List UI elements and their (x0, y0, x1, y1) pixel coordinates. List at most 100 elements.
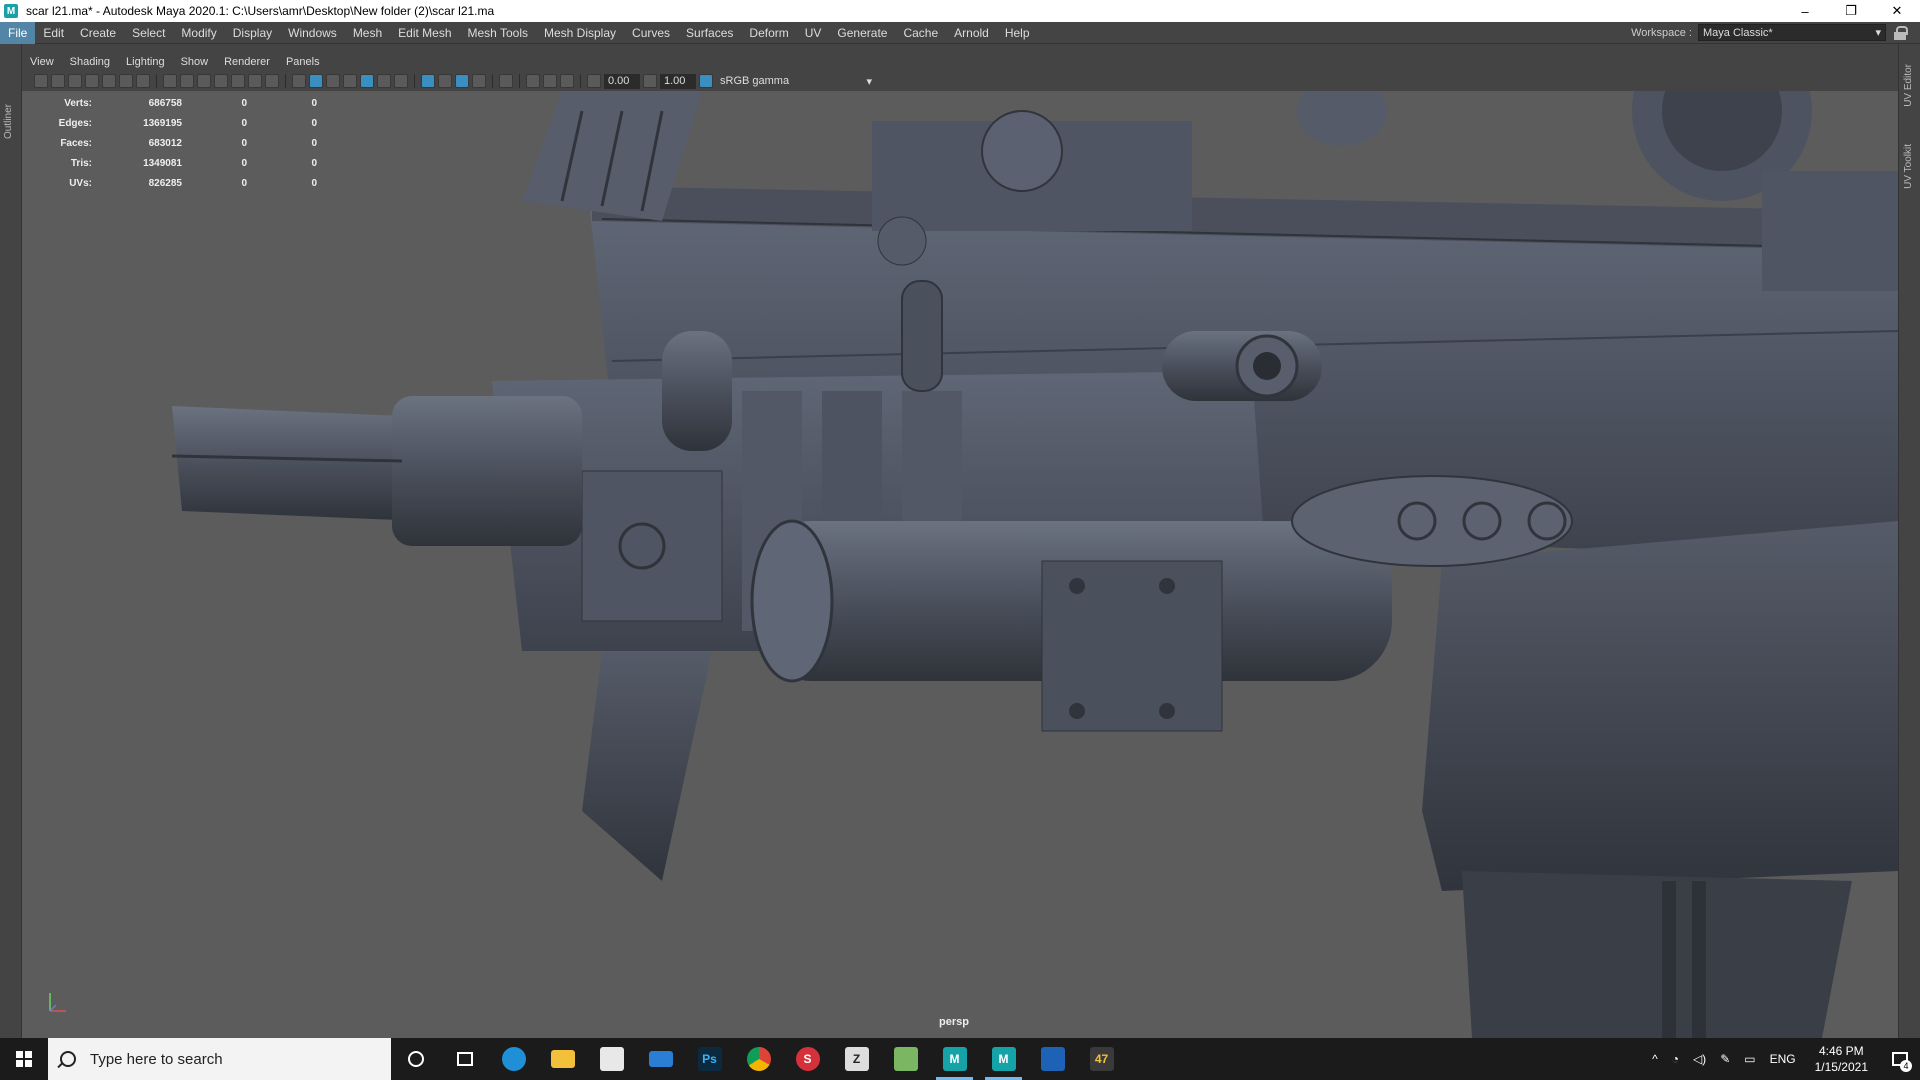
xray-icon[interactable] (526, 74, 540, 88)
panel-menu-show[interactable]: Show (173, 56, 217, 68)
safe-title-icon[interactable] (265, 74, 279, 88)
ambient-occlusion-icon[interactable] (421, 74, 435, 88)
right-side-strip: UV Editor UV Toolkit (1898, 44, 1920, 1038)
restore-button[interactable]: ❐ (1828, 0, 1874, 22)
grid-icon[interactable] (163, 74, 177, 88)
menu-surfaces[interactable]: Surfaces (678, 22, 741, 44)
hitman-icon[interactable]: 47 (1077, 1038, 1126, 1080)
camera-bookmark-icon[interactable] (51, 74, 65, 88)
edge-icon[interactable] (489, 1038, 538, 1080)
zbrush-icon[interactable]: Z (832, 1038, 881, 1080)
menu-display[interactable]: Display (225, 22, 280, 44)
language-indicator[interactable]: ENG (1763, 1052, 1803, 1066)
taskbar-search-input[interactable]: Type here to search (48, 1038, 391, 1080)
hud-value: 0 (241, 177, 247, 189)
lock-camera-icon[interactable] (102, 74, 116, 88)
menu-select[interactable]: Select (124, 22, 173, 44)
shadows-icon[interactable] (394, 74, 408, 88)
menu-mesh-display[interactable]: Mesh Display (536, 22, 624, 44)
hud-value: 0 (311, 117, 317, 129)
camera-attributes-icon[interactable] (34, 74, 48, 88)
outliner-tab[interactable]: Outliner (3, 104, 14, 139)
xray-joints-icon[interactable] (560, 74, 574, 88)
depth-of-field-icon[interactable] (472, 74, 486, 88)
2d-pan-zoom-icon[interactable] (119, 74, 133, 88)
pen-icon[interactable]: ✎ (1713, 1052, 1737, 1066)
colorspace-dropdown[interactable]: sRGB gamma ▾ (716, 73, 876, 89)
3d-viewport[interactable]: Verts: 686758 0 0 Edges: 1369195 0 0 Fac… (22, 91, 1898, 1038)
menu-help[interactable]: Help (997, 22, 1038, 44)
menu-arnold[interactable]: Arnold (946, 22, 997, 44)
gamma-icon[interactable] (643, 74, 657, 88)
default-material-icon[interactable] (326, 74, 340, 88)
chevron-up-icon[interactable]: ^ (1645, 1052, 1665, 1066)
exposure-icon[interactable] (587, 74, 601, 88)
field-chart-icon[interactable] (231, 74, 245, 88)
wireframe-on-shaded-icon[interactable] (343, 74, 357, 88)
close-button[interactable]: ✕ (1874, 0, 1920, 22)
task-view-icon[interactable] (440, 1038, 489, 1080)
exposure-field[interactable]: 0.00 (604, 73, 640, 89)
wireframe-icon[interactable] (292, 74, 306, 88)
panel-menu-panels[interactable]: Panels (278, 56, 328, 68)
minimize-button[interactable]: – (1782, 0, 1828, 22)
notification-icon[interactable]: 4 (1880, 1038, 1920, 1080)
isolate-select-icon[interactable] (499, 74, 513, 88)
workspace-dropdown[interactable]: Maya Classic* ▾ (1698, 24, 1886, 41)
safe-action-icon[interactable] (248, 74, 262, 88)
textured-icon[interactable] (360, 74, 374, 88)
menu-windows[interactable]: Windows (280, 22, 345, 44)
bookmark-icon[interactable] (85, 74, 99, 88)
anti-aliasing-icon[interactable] (455, 74, 469, 88)
panel-menu-renderer[interactable]: Renderer (216, 56, 278, 68)
menu-modify[interactable]: Modify (173, 22, 224, 44)
gamma-field[interactable]: 1.00 (660, 73, 696, 89)
menu-uv[interactable]: UV (797, 22, 830, 44)
photoshop-icon[interactable]: Ps (685, 1038, 734, 1080)
store-icon[interactable] (587, 1038, 636, 1080)
hud-value: 826285 (148, 177, 182, 189)
xray-active-icon[interactable] (543, 74, 557, 88)
menu-mesh[interactable]: Mesh (345, 22, 390, 44)
minecraft-icon[interactable] (881, 1038, 930, 1080)
panel-menu-view[interactable]: View (22, 56, 62, 68)
film-gate-icon[interactable] (180, 74, 194, 88)
smooth-shade-icon[interactable] (309, 74, 323, 88)
lock-icon[interactable] (1894, 25, 1908, 40)
chevron-down-icon: ▾ (866, 75, 872, 88)
menu-edit[interactable]: Edit (35, 22, 72, 44)
menu-cache[interactable]: Cache (895, 22, 946, 44)
file-explorer-icon[interactable] (538, 1038, 587, 1080)
menu-mesh-tools[interactable]: Mesh Tools (460, 22, 536, 44)
image-plane-icon[interactable] (68, 74, 82, 88)
volume-icon[interactable]: ◁) (1686, 1052, 1713, 1066)
motion-blur-icon[interactable] (438, 74, 452, 88)
resolution-gate-icon[interactable] (197, 74, 211, 88)
cortana-icon[interactable] (391, 1038, 440, 1080)
gate-mask-icon[interactable] (214, 74, 228, 88)
mail-icon[interactable] (636, 1038, 685, 1080)
keyboard-icon[interactable]: ▭ (1737, 1052, 1762, 1066)
maya-app-icon[interactable]: M (4, 4, 18, 18)
maya-icon[interactable]: M (979, 1038, 1028, 1080)
network-icon[interactable]: ◔ (1665, 1052, 1686, 1066)
photos-icon[interactable] (1028, 1038, 1077, 1080)
uv-toolkit-tab[interactable]: UV Toolkit (1903, 144, 1914, 189)
lights-icon[interactable] (377, 74, 391, 88)
panel-menu-lighting[interactable]: Lighting (118, 56, 173, 68)
menu-file[interactable]: File (0, 21, 36, 44)
menu-edit-mesh[interactable]: Edit Mesh (390, 22, 459, 44)
panel-menu-shading[interactable]: Shading (62, 56, 118, 68)
start-button[interactable] (0, 1038, 48, 1080)
menu-deform[interactable]: Deform (741, 22, 796, 44)
menu-create[interactable]: Create (72, 22, 124, 44)
clock[interactable]: 4:46 PM 1/15/2021 (1803, 1043, 1880, 1075)
menu-curves[interactable]: Curves (624, 22, 678, 44)
substance-icon[interactable]: S (783, 1038, 832, 1080)
menu-generate[interactable]: Generate (829, 22, 895, 44)
chrome-icon[interactable] (734, 1038, 783, 1080)
maya-icon[interactable]: M (930, 1038, 979, 1080)
uv-editor-tab[interactable]: UV Editor (1903, 64, 1914, 107)
grease-pencil-icon[interactable] (136, 74, 150, 88)
color-management-icon[interactable] (699, 74, 713, 88)
